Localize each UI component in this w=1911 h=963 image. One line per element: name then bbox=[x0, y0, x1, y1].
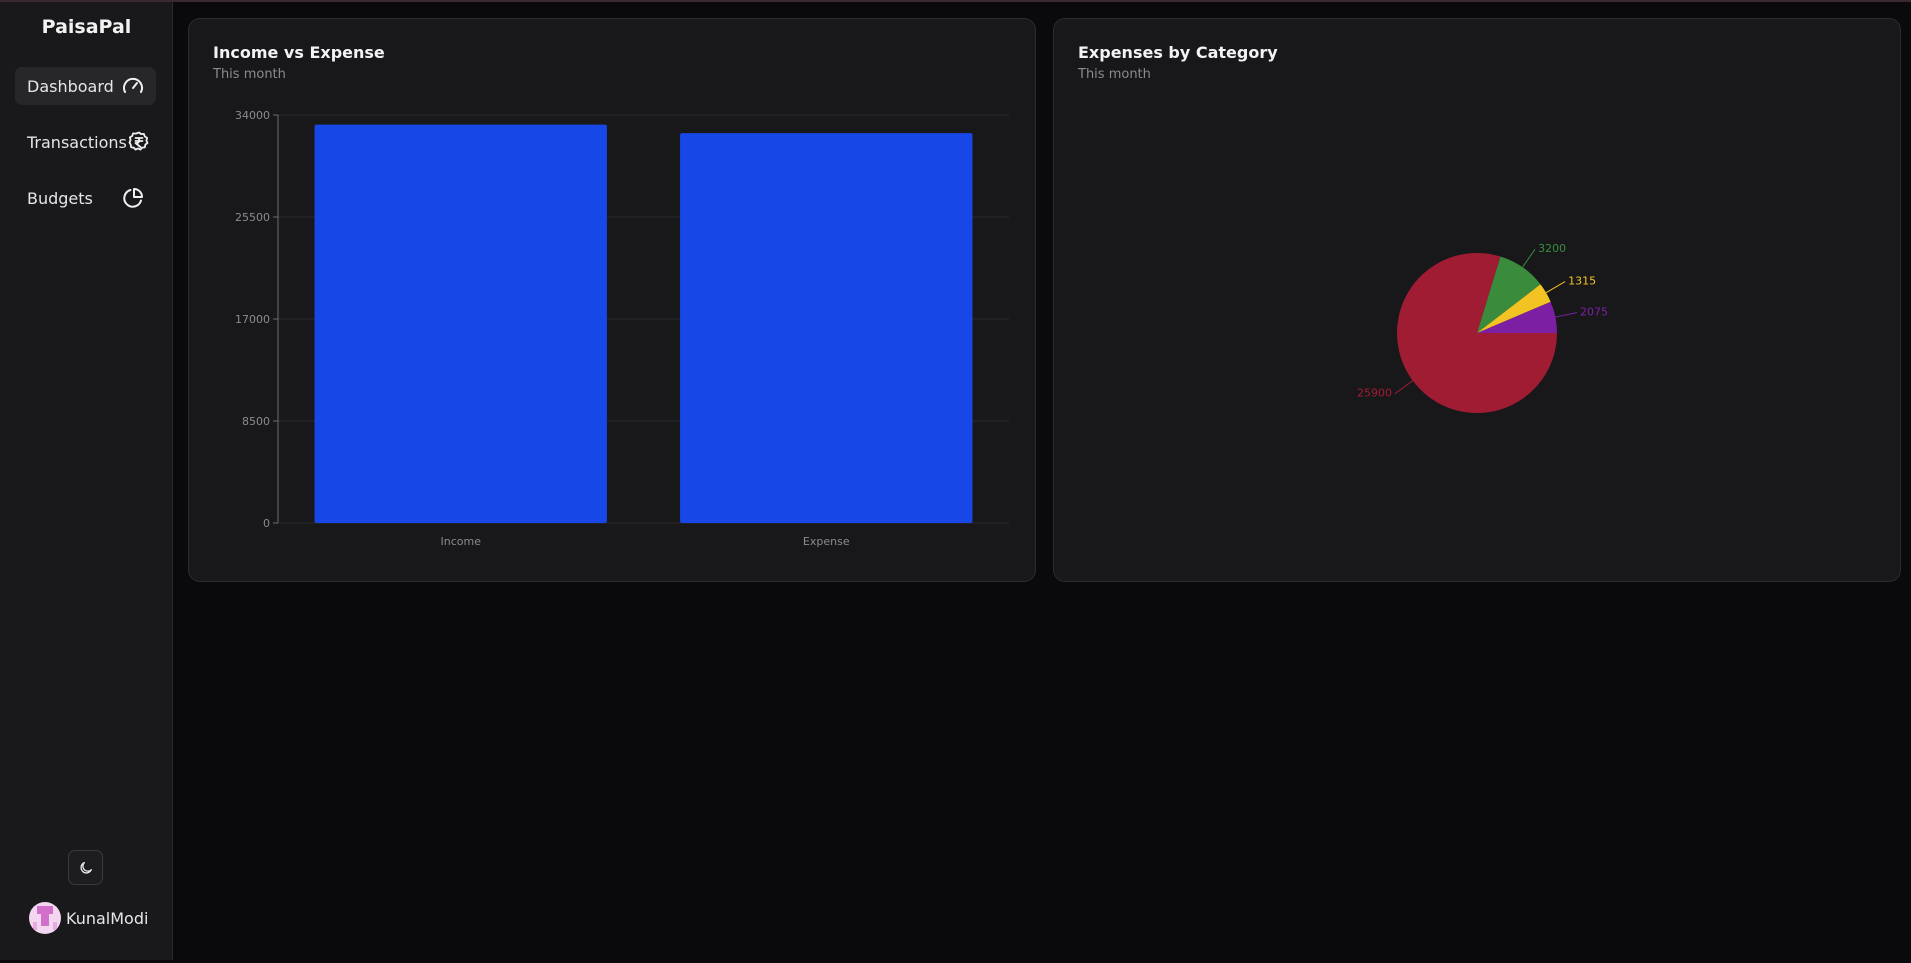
expenses-category-card: Expenses by Category This month 2075 1315… bbox=[1053, 18, 1901, 582]
sidebar: PaisaPal Dashboard Transactions Budgets bbox=[0, 2, 173, 960]
user-name: KunalModi bbox=[66, 908, 149, 928]
pie-label-line bbox=[1555, 312, 1578, 318]
bar-income bbox=[314, 124, 607, 523]
moon-icon bbox=[79, 861, 92, 874]
y-tick-label: 34000 bbox=[235, 109, 270, 122]
window-top-border bbox=[0, 0, 1911, 2]
y-tick-label: 8500 bbox=[242, 415, 270, 428]
expenses-category-pie-chart: 2075 1315 3200 25900 bbox=[1357, 242, 1608, 413]
sidebar-item-label: Budgets bbox=[27, 188, 93, 208]
pie-label: 1315 bbox=[1568, 275, 1596, 288]
income-expense-card: Income vs Expense This month 0 8500 17000 2… bbox=[188, 18, 1036, 582]
sidebar-item-label: Dashboard bbox=[27, 76, 114, 96]
theme-toggle-button[interactable] bbox=[68, 850, 103, 885]
x-tick-label: Expense bbox=[803, 535, 850, 548]
pie-label: 25900 bbox=[1357, 387, 1392, 400]
pie-label-line bbox=[1394, 380, 1413, 395]
y-tick-label: 17000 bbox=[235, 313, 270, 326]
user-profile[interactable]: KunalModi bbox=[29, 902, 148, 934]
app-brand: PaisaPal bbox=[41, 16, 132, 38]
pie-label: 3200 bbox=[1538, 242, 1566, 255]
sidebar-item-dashboard[interactable]: Dashboard bbox=[15, 67, 156, 105]
pie-label: 2075 bbox=[1580, 306, 1608, 319]
sidebar-item-transactions[interactable]: Transactions bbox=[15, 123, 156, 161]
gauge-icon bbox=[123, 77, 143, 93]
bar-expense bbox=[680, 133, 973, 523]
sidebar-item-budgets[interactable]: Budgets bbox=[15, 179, 156, 217]
avatar bbox=[29, 902, 61, 934]
pie-chart-icon bbox=[123, 188, 143, 208]
sidebar-item-label: Transactions bbox=[27, 132, 127, 152]
rupee-badge-icon bbox=[128, 131, 149, 151]
pie-label-line bbox=[1522, 248, 1536, 268]
pie-label-line bbox=[1545, 281, 1566, 294]
x-tick-label: Income bbox=[441, 535, 482, 548]
y-tick-label: 0 bbox=[263, 517, 270, 530]
y-tick-label: 25500 bbox=[235, 211, 270, 224]
income-expense-bar-chart: 0 8500 17000 25500 34000 Income Expense bbox=[235, 109, 1009, 548]
